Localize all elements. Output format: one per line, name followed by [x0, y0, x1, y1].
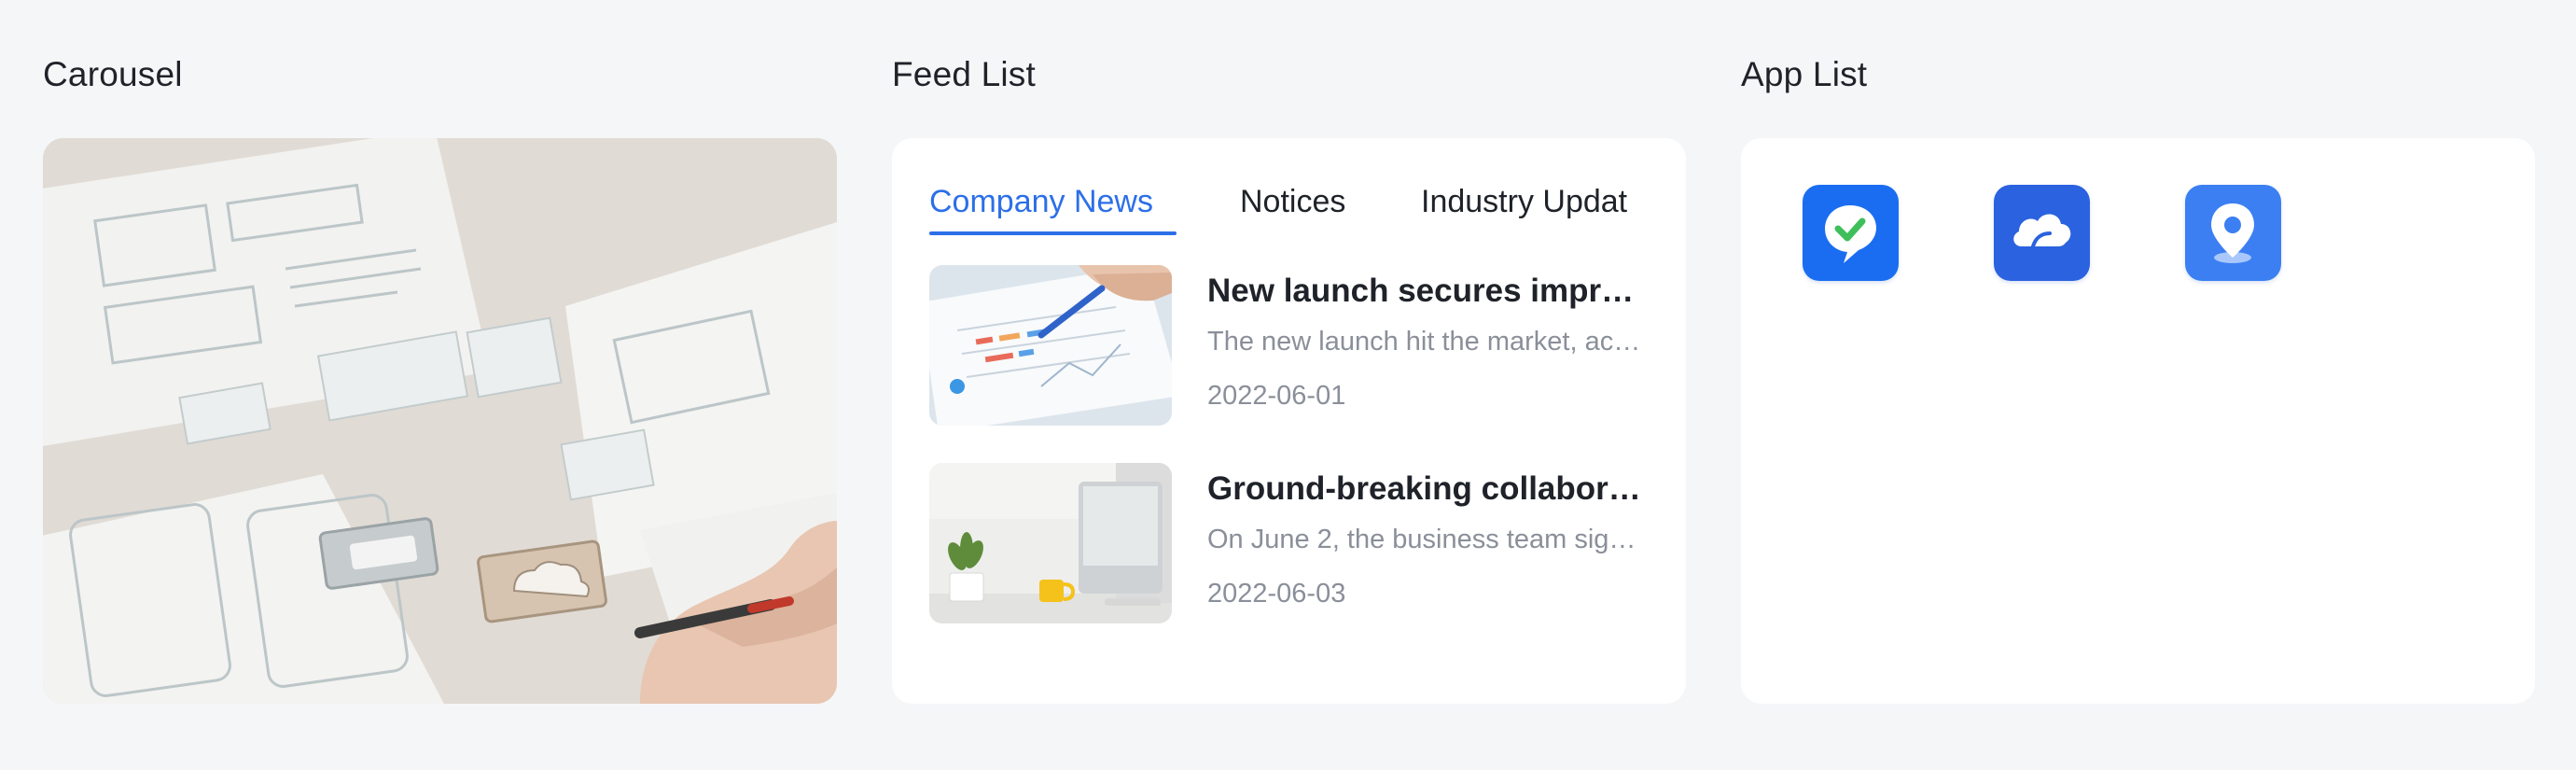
apps-section: App List: [1741, 0, 2535, 770]
chart-document-image: [929, 265, 1172, 426]
desk-scene-image: [929, 463, 1172, 623]
feed-section: Feed List Company News Notices Industry …: [892, 0, 1686, 770]
feed-item-title[interactable]: New launch secures impressive results: [1207, 269, 1646, 314]
feed-item-date: 2022-06-03: [1207, 579, 1346, 609]
feed-item-text: Ground-breaking collaboration On June 2,…: [1207, 463, 1646, 612]
feed-item-date: 2022-06-01: [1207, 381, 1346, 411]
feed-item[interactable]: Ground-breaking collaboration On June 2,…: [929, 463, 1666, 623]
carousel-section: Carousel: [43, 0, 837, 770]
feed-section-title: Feed List: [892, 55, 1036, 93]
feed-item-description: The new launch hit the market, achieving…: [1207, 327, 1646, 357]
feed-item-text: New launch secures impressive results Th…: [1207, 265, 1646, 414]
app-location[interactable]: [2185, 185, 2281, 281]
apps-card: [1741, 138, 2535, 704]
feed-card: Company News Notices Industry Updat New …: [892, 138, 1686, 704]
carousel-slide[interactable]: [43, 138, 837, 704]
tab-company-news[interactable]: Company News: [929, 174, 1153, 230]
feed-item-thumbnail: [929, 463, 1172, 623]
carousel-slide-image: [43, 138, 837, 704]
active-tab-indicator: [929, 231, 1177, 235]
location-pin-icon: [2185, 185, 2281, 281]
app-approval[interactable]: [1803, 185, 1899, 281]
feed-item[interactable]: New launch secures impressive results Th…: [929, 265, 1666, 426]
app-cloud[interactable]: [1994, 185, 2090, 281]
feed-item-title[interactable]: Ground-breaking collaboration: [1207, 467, 1646, 511]
approval-check-icon: [1803, 185, 1899, 281]
feed-item-description: On June 2, the business team signed a ne…: [1207, 525, 1646, 554]
carousel-section-title: Carousel: [43, 55, 183, 93]
apps-section-title: App List: [1741, 55, 1868, 93]
cloud-icon: [1994, 185, 2090, 281]
tab-notices[interactable]: Notices: [1240, 174, 1345, 230]
feed-tabs: Company News Notices Industry Updat: [929, 174, 1658, 239]
tab-industry-updates[interactable]: Industry Updat: [1421, 174, 1627, 230]
feed-item-thumbnail: [929, 265, 1172, 426]
